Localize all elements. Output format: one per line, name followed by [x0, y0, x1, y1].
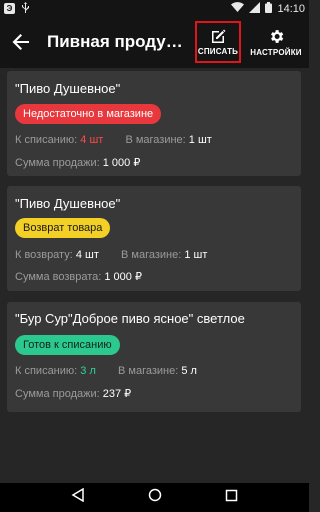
write-off-button[interactable]: СПИСАТЬ	[195, 21, 241, 63]
signal-icon	[249, 1, 261, 16]
quantity-row: К возврату: 4 шт В магазине: 1 шт	[15, 249, 207, 261]
sum-label: Сумма продажи:	[15, 157, 100, 169]
usb-icon	[21, 1, 30, 16]
status-badge: Возврат товара	[15, 218, 111, 238]
product-card[interactable]: "Бур Сур"Доброе пиво ясное" светлое Гото…	[7, 302, 301, 412]
store-label: В магазине:	[121, 249, 182, 261]
settings-button[interactable]: НАСТРОЙКИ	[247, 21, 305, 63]
quantity-row: К списанию: 3 л В магазине: 5 л	[15, 365, 197, 377]
product-title: "Пиво Душевное"	[15, 196, 121, 211]
wifi-icon	[231, 2, 245, 15]
store-value: 1 шт	[188, 134, 212, 146]
navigation-bar	[0, 483, 309, 512]
settings-label: НАСТРОЙКИ	[250, 47, 302, 57]
sum-row: Сумма продажи: 237 ₽	[15, 387, 131, 400]
product-card[interactable]: "Пиво Душевное" Недостаточно в магазине …	[7, 71, 301, 176]
quantity-label: К возврату:	[15, 249, 73, 261]
quantity-label: К списанию:	[15, 365, 78, 377]
arrow-back-icon	[12, 34, 29, 50]
nav-home-icon[interactable]	[148, 488, 162, 507]
back-button[interactable]	[8, 29, 34, 55]
write-off-label: СПИСАТЬ	[197, 46, 239, 56]
nav-back-icon[interactable]	[71, 487, 85, 507]
edit-note-icon	[211, 29, 225, 43]
quantity-value: 3 л	[80, 365, 96, 377]
store-label: В магазине:	[125, 134, 186, 146]
product-title: "Пиво Душевное"	[15, 81, 121, 96]
product-title: "Бур Сур"Доброе пиво ясное" светлое	[15, 311, 245, 326]
quantity-value: 4 шт	[75, 249, 99, 261]
sum-value: 1 000 ₽	[104, 271, 142, 283]
gear-icon	[270, 29, 283, 43]
sum-value: 1 000 ₽	[102, 157, 141, 169]
sum-label: Сумма продажи:	[15, 388, 100, 400]
sum-row: Сумма возврата: 1 000 ₽	[15, 270, 142, 283]
store-label: В магазине:	[118, 365, 179, 377]
status-badge: Готов к списанию	[15, 335, 120, 355]
sum-row: Сумма продажи: 1 000 ₽	[15, 156, 140, 169]
quantity-label: К списанию:	[15, 134, 78, 146]
battery-icon	[265, 1, 273, 16]
store-value: 5 л	[181, 365, 197, 377]
quantity-row: К списанию: 4 шт В магазине: 1 шт	[15, 134, 212, 146]
status-time: 14:10	[277, 2, 305, 15]
nav-recents-icon[interactable]	[225, 489, 238, 507]
toolbar: Пивная продукция СПИСАТЬ НАСТРОЙКИ	[0, 17, 309, 68]
store-value: 1 шт	[184, 249, 208, 261]
page-title: Пивная продукция	[47, 32, 187, 51]
quantity-value: 4 шт	[80, 134, 104, 146]
product-card[interactable]: "Пиво Душевное" Возврат товара К возврат…	[7, 186, 301, 291]
sum-value: 237 ₽	[102, 388, 132, 400]
sum-label: Сумма возврата:	[15, 271, 102, 283]
app-icon: Э	[4, 3, 15, 14]
status-badge: Недостаточно в магазине	[15, 104, 162, 124]
status-bar: Э 14:10	[0, 0, 309, 17]
